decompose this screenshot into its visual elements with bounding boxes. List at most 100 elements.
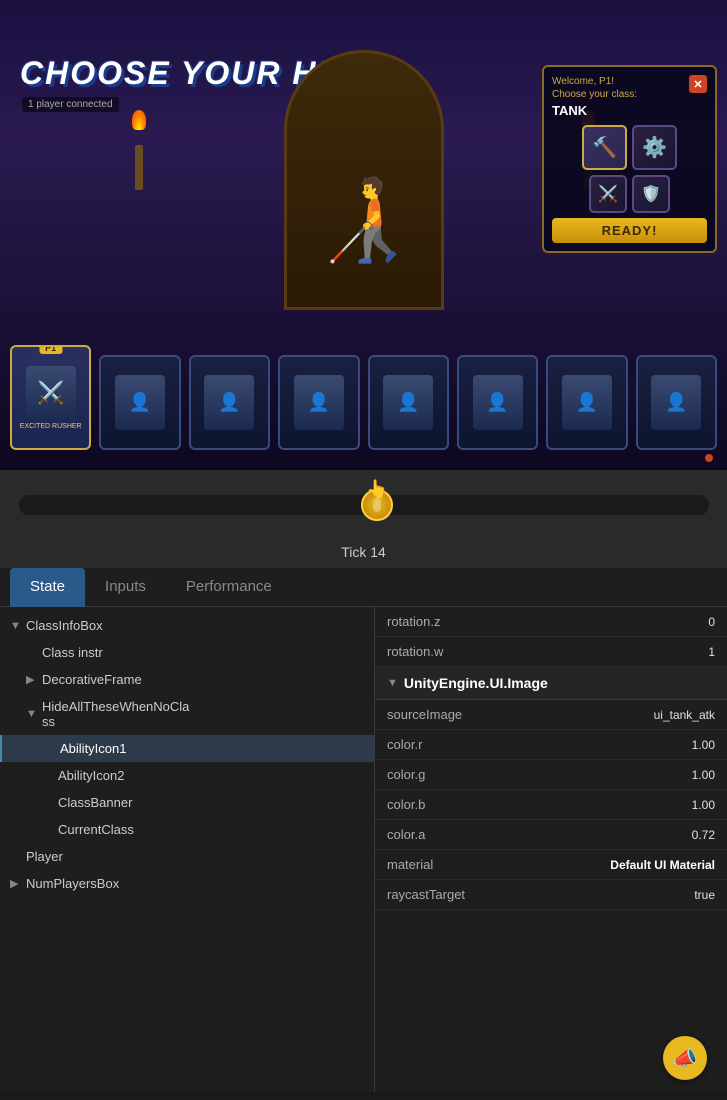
tree-item-numplayersbox[interactable]: ▶ NumPlayersBox xyxy=(0,870,374,897)
prop-row-rotation-w: rotation.w 1 xyxy=(375,637,727,667)
hero-character: 🧑‍🦯 xyxy=(304,130,424,310)
prop-value-color-r: 1.00 xyxy=(692,738,715,752)
prop-value-rotation-z: 0 xyxy=(708,615,715,629)
tree-item-classbanner[interactable]: ClassBanner xyxy=(0,789,374,816)
main-content: ▼ ClassInfoBox Class instr ▶ DecorativeF… xyxy=(0,607,727,1092)
section-header-uiimage: ▼ UnityEngine.UI.Image xyxy=(375,667,727,700)
prop-name-material: material xyxy=(387,857,610,872)
tree-panel: ▼ ClassInfoBox Class instr ▶ DecorativeF… xyxy=(0,607,375,1092)
cursor-icon: 👆 xyxy=(366,479,388,500)
tab-state[interactable]: State xyxy=(10,568,85,607)
prop-value-raycasttarget: true xyxy=(694,888,715,902)
prop-value-color-g: 1.00 xyxy=(692,768,715,782)
tree-label-classbanner: ClassBanner xyxy=(58,795,132,810)
p1-badge: P1 xyxy=(39,345,62,354)
char-card-2[interactable]: 👤 xyxy=(189,355,270,450)
character-selection-row: P1 ⚔️ EXCITED RUSHER 👤 👤 👤 👤 👤 👤 xyxy=(10,345,717,450)
prop-name-color-b: color.b xyxy=(387,797,692,812)
tree-item-abilityicon2[interactable]: AbilityIcon2 xyxy=(0,762,374,789)
prop-row-rotation-z: rotation.z 0 xyxy=(375,607,727,637)
tree-label-hideallthese: HideAllTheseWhenNoClass xyxy=(42,699,189,729)
char-card-3[interactable]: 👤 xyxy=(278,355,359,450)
notification-button[interactable]: 📣 xyxy=(663,1036,707,1080)
sword-icon: ⚔️ xyxy=(598,184,618,204)
prop-row-color-a: color.a 0.72 xyxy=(375,820,727,850)
player-status: 1 player connected xyxy=(22,97,119,112)
tree-item-abilityicon1[interactable]: AbilityIcon1 xyxy=(0,735,374,762)
char-icon-6: 👤 xyxy=(562,375,612,430)
close-button[interactable]: ✕ xyxy=(689,75,707,93)
char-icon-4: 👤 xyxy=(383,375,433,430)
ready-button[interactable]: READY! xyxy=(552,218,707,243)
prop-row-sourceimage: sourceImage ui_tank_atk xyxy=(375,700,727,730)
game-viewport: CHOOSE YOUR HERO! 1 player connected 🧑‍🦯… xyxy=(0,0,727,470)
char-card-7[interactable]: 👤 xyxy=(636,355,717,450)
tree-label-abilityicon1: AbilityIcon1 xyxy=(60,741,126,756)
section-title-uiimage: UnityEngine.UI.Image xyxy=(404,675,548,691)
class-icon-shield[interactable]: 🛡️ xyxy=(632,175,670,213)
prop-name-rotation-z: rotation.z xyxy=(387,614,708,629)
tree-item-player[interactable]: Player xyxy=(0,843,374,870)
prop-row-material: material Default UI Material xyxy=(375,850,727,880)
tree-item-hideallthese[interactable]: ▼ HideAllTheseWhenNoClass xyxy=(0,693,374,735)
class-icon-hammer[interactable]: 🔨 xyxy=(582,125,627,170)
prop-row-color-b: color.b 1.00 xyxy=(375,790,727,820)
tab-inputs[interactable]: Inputs xyxy=(85,568,166,607)
prop-value-rotation-w: 1 xyxy=(708,645,715,659)
prop-row-raycasttarget: raycastTarget true xyxy=(375,880,727,910)
prop-name-color-a: color.a xyxy=(387,827,692,842)
tree-item-classinfobox[interactable]: ▼ ClassInfoBox xyxy=(0,612,374,639)
tree-label-decorativeframe: DecorativeFrame xyxy=(42,672,142,687)
arrow-classinfobox: ▼ xyxy=(10,620,22,632)
properties-panel: rotation.z 0 rotation.w 1 ▼ UnityEngine.… xyxy=(375,607,727,1092)
char-card-4[interactable]: 👤 xyxy=(368,355,449,450)
timeline-slider-area: 👆 xyxy=(0,470,727,540)
class-selection-box: Welcome, P1! Choose your class: TANK ✕ 🔨… xyxy=(542,65,717,253)
char-icon-3: 👤 xyxy=(294,375,344,430)
prop-name-color-g: color.g xyxy=(387,767,692,782)
tick-label: Tick 14 xyxy=(0,540,727,568)
status-indicator xyxy=(705,454,713,462)
tree-label-classinstr: Class instr xyxy=(42,645,103,660)
prop-row-color-g: color.g 1.00 xyxy=(375,760,727,790)
char-name-0: EXCITED RUSHER xyxy=(20,423,82,430)
char-icon-7: 👤 xyxy=(651,375,701,430)
arrow-hideallthese: ▼ xyxy=(26,708,38,720)
welcome-text: Welcome, P1! Choose your class: TANK xyxy=(552,75,637,120)
class-icon-sword[interactable]: ⚔️ xyxy=(589,175,627,213)
prop-value-material: Default UI Material xyxy=(610,858,715,872)
char-card-1[interactable]: 👤 xyxy=(99,355,180,450)
prop-name-color-r: color.r xyxy=(387,737,692,752)
char-card-5[interactable]: 👤 xyxy=(457,355,538,450)
shield-icon: 🛡️ xyxy=(641,184,661,204)
gear-icon: ⚙️ xyxy=(642,135,667,160)
arrow-decorativeframe: ▶ xyxy=(26,673,38,686)
char-icon-2: 👤 xyxy=(204,375,254,430)
class-icon-settings[interactable]: ⚙️ xyxy=(632,125,677,170)
prop-row-color-r: color.r 1.00 xyxy=(375,730,727,760)
tree-item-decorativeframe[interactable]: ▶ DecorativeFrame xyxy=(0,666,374,693)
tree-label-player: Player xyxy=(26,849,63,864)
section-arrow-uiimage: ▼ xyxy=(387,677,398,689)
char-icon-1: 👤 xyxy=(115,375,165,430)
tab-performance[interactable]: Performance xyxy=(166,568,292,607)
tree-label-numplayersbox: NumPlayersBox xyxy=(26,876,119,891)
arrow-numplayersbox: ▶ xyxy=(10,877,22,890)
hammer-icon: 🔨 xyxy=(592,135,617,160)
tree-label-abilityicon2: AbilityIcon2 xyxy=(58,768,124,783)
tree-item-classinstr[interactable]: Class instr xyxy=(0,639,374,666)
prop-name-raycasttarget: raycastTarget xyxy=(387,887,694,902)
timeline-thumb[interactable]: 👆 xyxy=(361,489,393,521)
megaphone-icon: 📣 xyxy=(673,1046,698,1071)
tree-item-currentclass[interactable]: CurrentClass xyxy=(0,816,374,843)
char-card-6[interactable]: 👤 xyxy=(546,355,627,450)
timeline-track[interactable]: 👆 xyxy=(19,495,709,515)
char-card-0[interactable]: P1 ⚔️ EXCITED RUSHER xyxy=(10,345,91,450)
tree-label-currentclass: CurrentClass xyxy=(58,822,134,837)
prop-value-sourceimage: ui_tank_atk xyxy=(654,708,715,722)
prop-name-rotation-w: rotation.w xyxy=(387,644,708,659)
tree-label-classinfobox: ClassInfoBox xyxy=(26,618,103,633)
char-icon-5: 👤 xyxy=(473,375,523,430)
prop-name-sourceimage: sourceImage xyxy=(387,707,654,722)
tabs-bar: State Inputs Performance xyxy=(0,568,727,607)
